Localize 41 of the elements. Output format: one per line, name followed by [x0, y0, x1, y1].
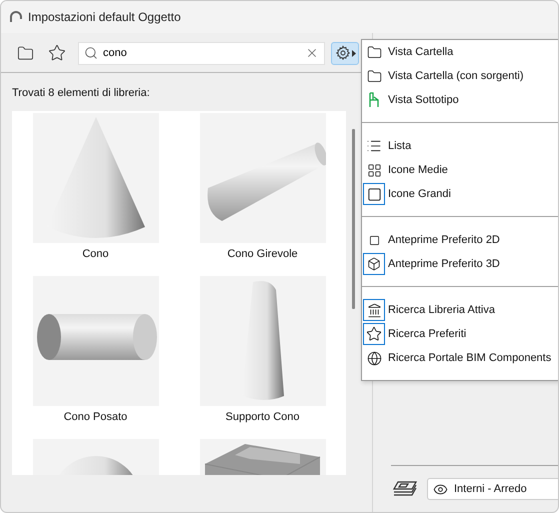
menu-item[interactable]: Vista Sottotipo: [362, 88, 558, 112]
large-icons-icon: [366, 186, 382, 202]
app-icon: [10, 11, 22, 23]
layers-icon[interactable]: [393, 480, 417, 498]
folder-icon: [366, 44, 382, 60]
item-label: Cono Posato: [64, 411, 128, 423]
scrollbar-thumb[interactable]: [352, 129, 355, 309]
menu-item[interactable]: Lista: [362, 134, 558, 158]
settings-button[interactable]: [331, 42, 359, 64]
folder-icon[interactable]: [17, 44, 34, 62]
search-input[interactable]: cono: [103, 47, 300, 59]
menu-item[interactable]: Ricerca Preferiti: [362, 322, 558, 346]
clear-icon[interactable]: [305, 46, 319, 60]
menu-item[interactable]: Vista Cartella (con sorgenti): [362, 64, 558, 88]
search-icon: [84, 46, 98, 60]
folder-icon: [366, 68, 382, 84]
menu-item[interactable]: Icone Medie: [362, 158, 558, 182]
cube-icon: [367, 257, 381, 271]
menu-item[interactable]: Ricerca Libreria Attiva: [362, 298, 558, 322]
star-icon[interactable]: [48, 44, 66, 62]
eye-icon: [433, 482, 448, 496]
menu-item[interactable]: Anteprime Preferito 3D: [362, 252, 558, 276]
item-label: Supporto Cono: [226, 411, 300, 423]
menu-item[interactable]: Vista Cartella: [362, 40, 558, 64]
search-field[interactable]: cono: [78, 42, 325, 64]
caret-icon: [352, 50, 356, 56]
grid-icon: [366, 162, 382, 178]
square-icon: [368, 234, 380, 246]
results-count: Trovati 8 elementi di libreria:: [11, 86, 151, 101]
window-title: Impostazioni default Oggetto: [28, 10, 181, 24]
item-label: Cono: [82, 248, 109, 260]
menu-item[interactable]: Icone Grandi: [362, 182, 558, 206]
layer-dropdown[interactable]: Interni - Arredo: [427, 478, 558, 500]
menu-item[interactable]: Anteprime Preferito 2D: [362, 228, 558, 252]
menu-item[interactable]: Ricerca Portale BIM Components: [362, 346, 558, 370]
item-label: Cono Girevole: [227, 248, 298, 260]
library-icon: [366, 302, 382, 318]
settings-icon: [335, 45, 351, 61]
globe-icon: [366, 350, 382, 366]
chair-icon: [367, 92, 381, 108]
star-icon: [366, 326, 382, 342]
